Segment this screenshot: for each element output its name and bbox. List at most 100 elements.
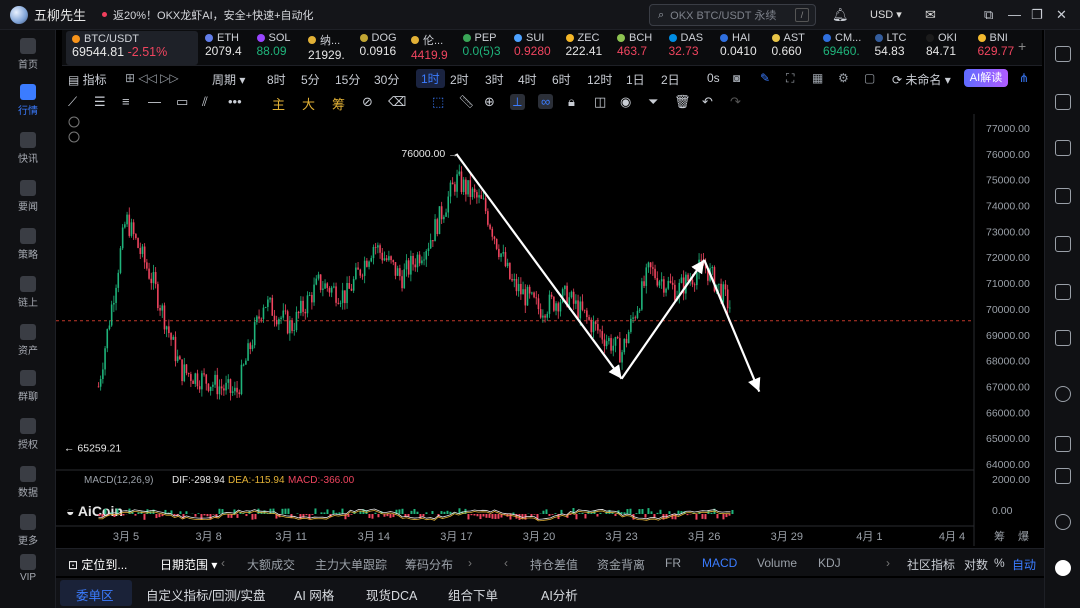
template-icon[interactable]: ▢ [864,71,875,85]
layout-select[interactable]: ⟳ 未命名 ▾ [892,71,951,88]
ticker-item[interactable]: PEP 0.0(5)3 [462,32,511,58]
ticker-item[interactable]: DOG 0.0916 [359,32,408,58]
settings-icon[interactable]: ⚙ [838,71,849,85]
period-menu[interactable]: 周期 ▾ [212,71,245,88]
sidebar-item-7[interactable]: 群聊 [0,370,56,403]
filter-icon[interactable]: ⏷ [648,94,658,110]
select-icon[interactable]: ⬚ [432,94,444,110]
close-icon[interactable]: ✕ [1056,7,1067,23]
mail-icon[interactable]: ✉︎ [925,7,936,23]
more-tools-icon[interactable]: ••• [228,94,242,109]
dollar-icon[interactable] [1055,140,1071,156]
sidebar-item-4[interactable]: 策略 [0,228,56,261]
sidebar-item-5[interactable]: 链上 [0,276,56,309]
ticker-item[interactable]: SUI 0.9280 [514,32,562,58]
timeframe-8[interactable]: 6时 [552,71,571,88]
candlestick-chart[interactable]: 77000.00 76000.00 75000.00 74000.00 73000.00… [56,114,1044,546]
timeframe-1[interactable]: 5分 [301,71,320,88]
ticker-item[interactable]: BCH 463.7 [617,32,665,58]
grid-layout-icon[interactable]: ▦ [812,71,823,85]
support-icon[interactable] [1055,514,1071,530]
ticker-item[interactable]: 纳... 21929. [308,32,356,62]
timeframe-7[interactable]: 4时 [518,71,537,88]
timeframe-4[interactable]: 1时 [416,69,445,88]
ticker-item[interactable]: 伦... 4419.9 [411,32,459,62]
panel-tab[interactable]: AI 网格 [294,585,334,604]
minimize-icon[interactable]: — [1008,7,1021,22]
layout-icon[interactable] [1055,468,1071,484]
candle-style-icon[interactable]: ⊞ ◁◁ ▷▷ [125,71,179,85]
document-icon[interactable] [1055,94,1071,110]
indicator-tab[interactable]: Volume [757,556,797,570]
ticker-item[interactable]: DAS 32.73 [668,32,717,58]
indicator-tab[interactable]: 持仓差值 [530,556,578,573]
camera-icon[interactable]: ◙ [733,71,740,85]
restore-icon[interactable]: ❐ [1031,7,1043,23]
ai-interpret-button[interactable]: AI解读 [964,69,1008,87]
panel-tab[interactable]: 组合下单 [448,585,498,604]
sidebar-item-8[interactable]: 授权 [0,418,56,451]
timeframe-3[interactable]: 30分 [374,71,399,88]
eraser-icon[interactable]: ⌫ [388,94,406,110]
ticker-main[interactable]: BTC/USDT 69544.81 -2.51% [66,31,198,65]
visibility-icon[interactable]: ◉ [620,94,631,110]
timeframe-0[interactable]: 8时 [267,71,286,88]
date-range-button[interactable]: 日期范围 ▾ [160,556,217,573]
line-tool-icon[interactable]: ⟋ [68,94,77,110]
search-input[interactable]: ⌕ OKX BTC/USDT 永续 / [649,4,816,26]
timeframe-11[interactable]: 2日 [661,71,680,88]
sidebar-item-6[interactable]: 资产 [0,324,56,357]
ticker-item[interactable]: LTC 54.83 [874,32,923,58]
ray-tool-icon[interactable]: — [148,94,161,109]
sidebar-item-9[interactable]: 数据 [0,466,56,499]
assistant-icon[interactable] [1055,560,1071,576]
indicator-tab[interactable]: MACD [702,556,737,570]
sidebar-item-11[interactable]: VIP [0,554,56,583]
rect-tool-icon[interactable]: ▭ [176,94,188,110]
percent-toggle[interactable]: % [994,556,1005,570]
robot-icon[interactable] [1055,330,1071,346]
panel-tab[interactable]: 自定义指标/回测/实盘 [146,585,265,604]
grid-icon[interactable] [1055,46,1071,62]
pen-icon[interactable]: ✎ [760,71,770,85]
magnet-icon[interactable]: ⟂ [510,94,525,110]
ticker-item[interactable]: ZEC 222.41 [565,32,614,58]
undo-icon[interactable]: ↶ [702,94,713,110]
add-ticker-button[interactable]: + [1018,38,1026,54]
timeframe-6[interactable]: 3时 [485,71,504,88]
sidebar-item-10[interactable]: 更多 [0,514,56,547]
panel-tab[interactable]: 委单区 [76,585,114,604]
log-scale-toggle[interactable]: 对数 [964,556,988,573]
price-chart[interactable]: 77000.00 76000.00 75000.00 74000.00 73000.00… [56,114,1044,546]
tab-prev-icon[interactable]: ‹ [221,556,225,570]
main-force-button[interactable]: 主 [272,94,285,113]
indicator-tab[interactable]: 主力大单跟踪 [315,556,387,573]
hide-drawings-icon[interactable]: ◫ [594,94,606,110]
ruler-icon[interactable]: 📏︎ [458,94,475,110]
indicator-tab[interactable]: 大额成交 [247,556,295,573]
parallel-tool-icon[interactable]: ≡ [122,94,130,109]
panel-tab[interactable]: AI分析 [541,585,578,604]
calculator-icon[interactable] [1055,436,1071,452]
ticker-item[interactable]: HAI 0.0410 [720,32,768,58]
zoom-icon[interactable]: ⊕ [484,94,495,110]
timeframe-10[interactable]: 1日 [626,71,645,88]
timeframe-2[interactable]: 15分 [335,71,360,88]
indicator-tab[interactable]: 资金背离 [597,556,645,573]
lock-icon[interactable]: 🔒︎ [568,94,575,110]
ticker-item[interactable]: SOL 88.09 [256,32,305,58]
chart-icon[interactable] [1055,188,1071,204]
fullscreen-icon[interactable]: ⛶ [786,71,794,86]
community-indicator-button[interactable]: 社区指标 [907,556,955,573]
sidebar-item-3[interactable]: 要闻 [0,180,56,213]
locate-button[interactable]: ⊡ 定位到... [68,556,127,573]
ticker-item[interactable]: ETH 2079.4 [205,32,253,58]
magic-icon[interactable]: ⊘ [362,94,373,110]
list-icon[interactable] [1055,284,1071,300]
refresh-icon[interactable] [1055,386,1071,402]
brush-tool-icon[interactable]: ⫽ [202,94,208,110]
ticker-item[interactable]: AST 0.660 [771,32,820,58]
sidebar-item-0[interactable]: 首页 [0,38,56,71]
indicator-menu[interactable]: ▤ 指标 [68,71,107,88]
timeframe-5[interactable]: 2时 [450,71,469,88]
